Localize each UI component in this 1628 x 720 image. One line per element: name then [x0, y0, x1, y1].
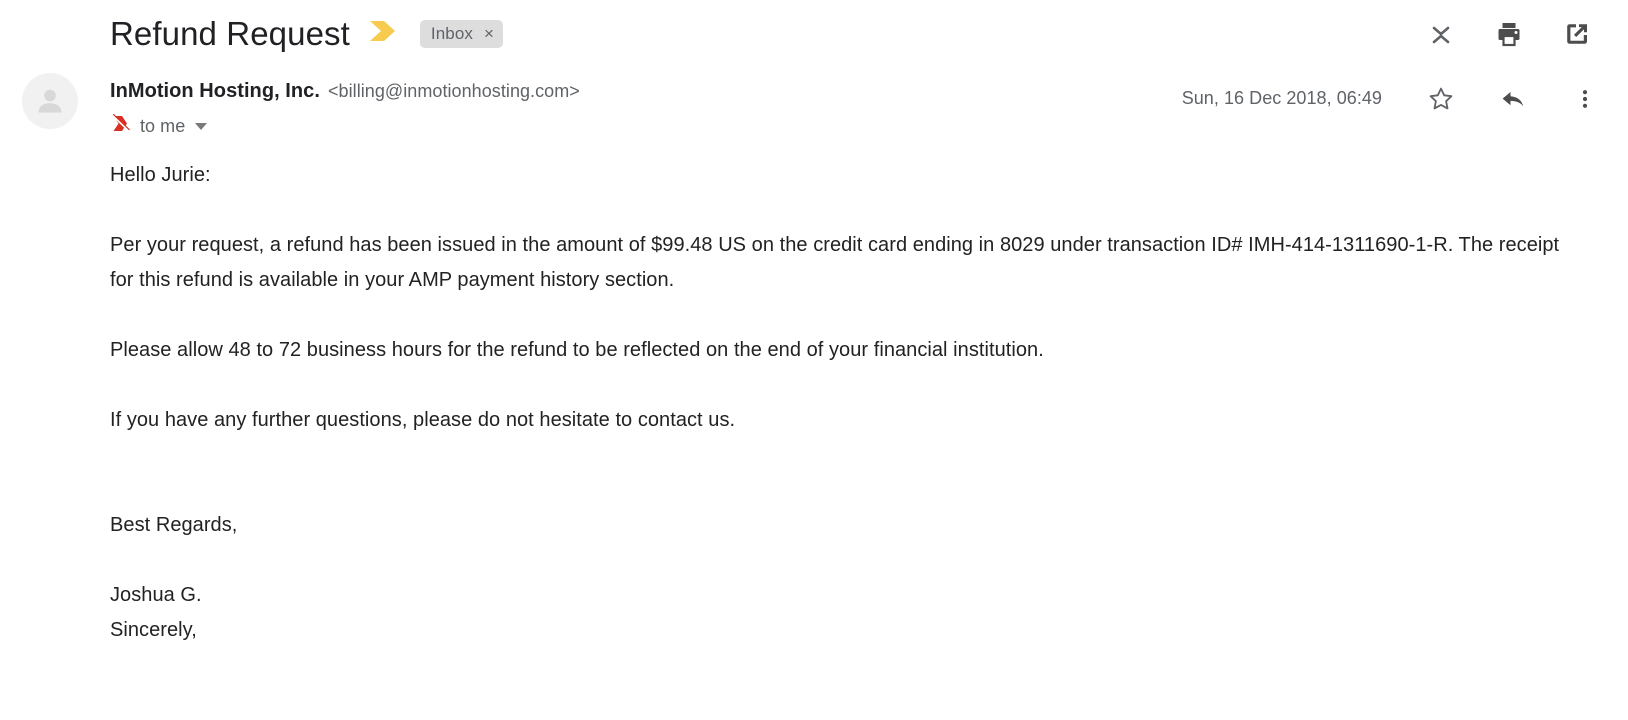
from-line: InMotion Hosting, Inc. <billing@inmotion…: [110, 80, 580, 103]
reply-arrow-icon[interactable]: [1496, 82, 1530, 116]
remove-label-icon[interactable]: ×: [484, 25, 494, 42]
sender-name[interactable]: InMotion Hosting, Inc.: [110, 80, 320, 103]
important-marker-icon[interactable]: [110, 113, 132, 140]
message-container: InMotion Hosting, Inc. <billing@inmotion…: [0, 66, 1628, 648]
body-closing: Best Regards,: [110, 513, 238, 536]
recipient-label: to me: [140, 115, 186, 136]
more-vertical-icon[interactable]: [1568, 82, 1602, 116]
message-meta: Sun, 16 Dec 2018, 06:49: [1182, 80, 1602, 116]
sender-email[interactable]: <billing@inmotionhosting.com>: [328, 81, 580, 102]
body-greeting: Hello Jurie:: [110, 163, 211, 186]
recipient-line[interactable]: to me: [110, 113, 580, 140]
message-body: Hello Jurie: Per your request, a refund …: [0, 140, 1602, 648]
label-chip-inbox[interactable]: Inbox ×: [419, 19, 503, 48]
body-signoff: Sincerely,: [110, 618, 197, 641]
message-header: InMotion Hosting, Inc. <billing@inmotion…: [0, 66, 1602, 140]
star-outline-icon[interactable]: [1424, 82, 1458, 116]
message-timestamp: Sun, 16 Dec 2018, 06:49: [1181, 88, 1382, 109]
page-title: Refund Request: [110, 15, 350, 52]
body-paragraph-3: If you have any further questions, pleas…: [110, 408, 736, 431]
external-link-icon[interactable]: [1562, 19, 1592, 49]
avatar[interactable]: [22, 72, 78, 129]
body-paragraph-1: Per your request, a refund has been issu…: [110, 233, 1560, 291]
importance-chevron-icon[interactable]: [368, 18, 398, 49]
sender-block: InMotion Hosting, Inc. <billing@inmotion…: [110, 80, 580, 140]
body-signer: Joshua G.: [110, 583, 202, 606]
subject-header: Refund Request Inbox ×: [0, 0, 1628, 66]
header-actions: [1426, 19, 1602, 49]
body-paragraph-2: Please allow 48 to 72 business hours for…: [110, 338, 1044, 361]
chevron-down-icon[interactable]: [195, 122, 208, 130]
collapse-all-icon[interactable]: [1426, 19, 1456, 49]
label-chip-text: Inbox: [430, 23, 473, 43]
default-person-avatar-icon: [38, 89, 62, 113]
printer-icon[interactable]: [1494, 19, 1524, 49]
email-message-view: Refund Request Inbox × InMotion Hosting,…: [0, 0, 1628, 720]
